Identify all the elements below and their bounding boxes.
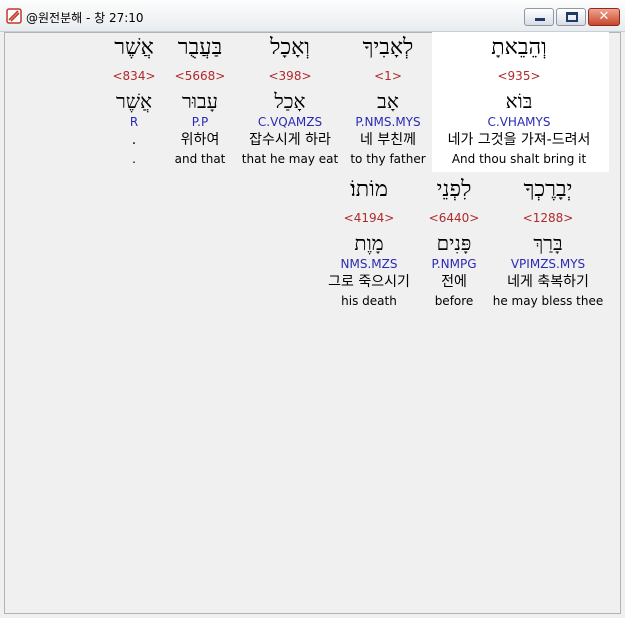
hebrew-word: מוֹתוֹ׃ [350,177,388,202]
english-gloss: and that [174,152,226,166]
parsing-code: P.P [191,115,209,129]
title-bar: @원전분해 - 창 27:10 ✕ [0,0,625,32]
hebrew-root: בָּרַךְ [533,231,563,255]
hebrew-root: פָּנִים [436,231,472,255]
hebrew-word: וְאָכָל [270,35,310,60]
parsing-code: C.VQAMZS [257,115,323,129]
strong-number: <1288> [522,211,574,225]
strong-number: <6440> [428,211,480,225]
korean-gloss: 네 부친께 [360,132,416,148]
hebrew-root: אָכַל [274,89,306,113]
english-gloss: that he may eat [241,152,339,166]
window-title: @원전분해 - 창 27:10 [26,11,144,25]
hebrew-word: לְאָבִיךָ [362,35,414,60]
hebrew-root: עָבוּר [182,89,218,113]
korean-gloss: 네게 축복하기 [507,274,589,290]
korean-gloss: 그로 죽으시기 [328,274,410,290]
hebrew-word: וְהֵבֵאתָ [491,35,547,60]
hebrew-root: מָוֶת [354,231,384,255]
hebrew-word: יְבָרֶכְךָ [523,177,573,202]
strong-number: <1> [374,69,402,83]
korean-gloss: 위하여 [180,132,220,148]
strong-number: <398> [268,69,312,83]
parsing-code: P.NMPG [431,257,477,271]
english-gloss: . [132,152,136,166]
english-gloss: his death [341,294,397,308]
parsing-code: C.VHAMYS [487,115,551,129]
minimize-icon [535,18,545,21]
hebrew-root: בּוֹא [505,89,533,113]
english-gloss: before [434,294,474,308]
hebrew-root: אָב [377,89,399,113]
hebrew-word: אֲשֶׁר [114,35,154,60]
english-gloss: he may bless thee [492,294,604,308]
parsing-code: P.NMS.MYS [355,115,421,129]
parsing-code: VPIMZS.MYS [510,257,586,271]
maximize-icon [566,12,578,22]
parsing-code: R [129,115,139,129]
minimize-button[interactable] [524,8,554,26]
english-gloss: to thy father [350,152,426,166]
strong-number: <5668> [174,69,226,83]
close-icon: ✕ [598,9,610,24]
hebrew-root: אֲשֶׁר [116,89,152,113]
maximize-button[interactable] [556,8,586,26]
parsing-code: NMS.MZS [340,257,398,271]
korean-gloss: . [131,132,137,148]
strong-number: <4194> [343,211,395,225]
app-icon [6,8,22,24]
hebrew-word: לִפְנֵי [436,177,472,202]
strong-number: <834> [112,69,156,83]
korean-gloss: 네가 그것을 가져-드려서 [447,132,591,148]
hebrew-word: בַּעֲבֻר [177,35,223,60]
english-gloss: And thou shalt bring it [451,152,587,166]
korean-gloss: 잡수시게 하라 [249,132,331,148]
close-button[interactable]: ✕ [588,8,620,26]
strong-number: <935> [497,69,541,83]
korean-gloss: 전에 [441,274,467,290]
